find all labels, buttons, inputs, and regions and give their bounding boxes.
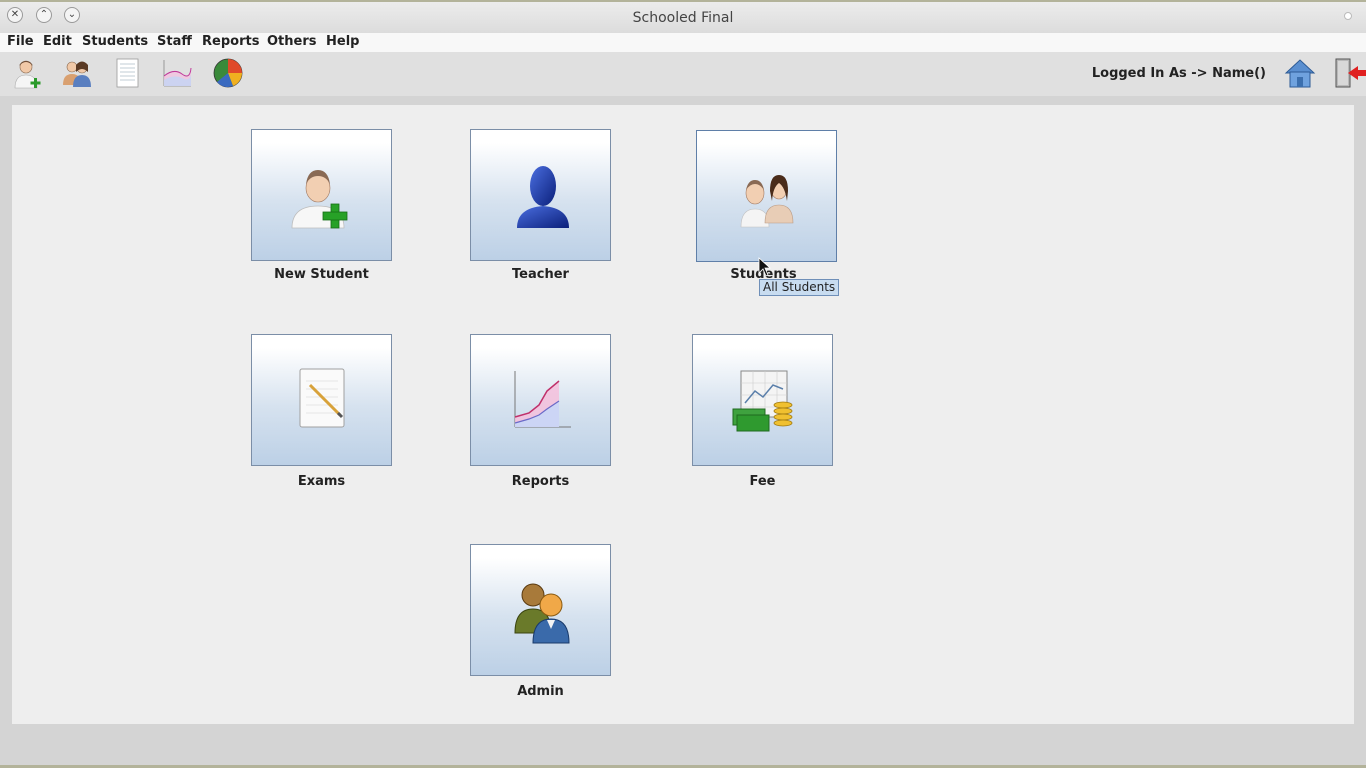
money-icon xyxy=(732,370,793,432)
menu-staff[interactable]: Staff xyxy=(157,34,192,49)
teacher-label: Teacher xyxy=(512,267,569,282)
fee-label: Fee xyxy=(749,474,776,489)
toolbar: Logged In As -> Name() xyxy=(0,52,1366,96)
window-titlebar: ✕ ⌃ ⌄ Schooled Final xyxy=(0,0,1366,33)
new-student-label: New Student xyxy=(274,267,369,282)
menu-bar: File Edit Students Staff Reports Others … xyxy=(0,33,1366,52)
exams-label: Exams xyxy=(297,474,346,489)
menu-reports[interactable]: Reports xyxy=(202,34,259,49)
mouse-cursor-icon xyxy=(758,257,772,277)
main-panel xyxy=(12,105,1354,724)
home-icon[interactable] xyxy=(1283,56,1317,90)
users-icon[interactable] xyxy=(60,56,94,90)
teacher-icon xyxy=(517,166,569,228)
students-tooltip: All Students xyxy=(759,279,840,296)
add-user-icon xyxy=(291,170,348,229)
admin-icon xyxy=(514,583,570,644)
fee-tile-button[interactable] xyxy=(692,334,833,466)
students-tile-button[interactable] xyxy=(696,130,837,262)
line-chart-icon xyxy=(514,371,571,428)
menu-file[interactable]: File xyxy=(7,34,34,49)
reports-label: Reports xyxy=(511,474,570,489)
admin-tile-button[interactable] xyxy=(470,544,611,676)
admin-label: Admin xyxy=(517,684,564,699)
menu-edit[interactable]: Edit xyxy=(43,34,72,49)
menu-others[interactable]: Others xyxy=(267,34,317,49)
menu-students[interactable]: Students xyxy=(82,34,148,49)
logged-in-user-label: Logged In As -> Name() xyxy=(1091,66,1266,81)
exam-paper-icon xyxy=(299,368,345,428)
reports-tile-button[interactable] xyxy=(470,334,611,466)
logout-icon[interactable] xyxy=(1332,56,1366,90)
new-student-tile-button[interactable] xyxy=(251,129,392,261)
teacher-tile-button[interactable] xyxy=(470,129,611,261)
chart-icon[interactable] xyxy=(160,56,194,90)
add-user-icon[interactable] xyxy=(11,56,45,90)
window-title: Schooled Final xyxy=(632,10,734,26)
document-icon[interactable] xyxy=(110,56,144,90)
pie-chart-icon[interactable] xyxy=(211,56,245,90)
students-icon xyxy=(740,175,794,228)
exams-tile-button[interactable] xyxy=(251,334,392,466)
menu-help[interactable]: Help xyxy=(326,34,359,49)
window-menu-dot[interactable] xyxy=(1344,12,1352,20)
